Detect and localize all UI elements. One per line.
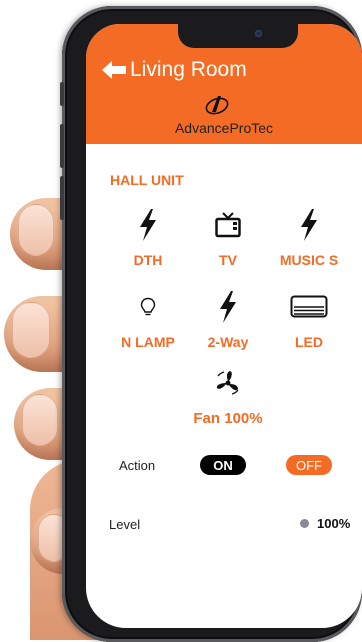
unit-title: HALL UNIT [110,172,184,188]
on-button[interactable]: ON [200,455,246,475]
lightning-bolt-icon [301,209,317,241]
device-fan[interactable]: Fan 100% [183,366,273,427]
lightning-bolt-icon [220,291,236,323]
bulb-icon [140,297,156,316]
tv-icon [215,212,241,238]
action-label: Action [119,458,156,473]
lightning-bolt-icon [140,209,156,241]
phone-side-button [60,82,64,106]
fan-icon [216,371,239,395]
level-label: Level [109,517,141,532]
phone-side-button [60,176,64,220]
camera-icon [255,30,262,37]
fingernail [18,204,54,256]
brand-logo-icon [205,96,229,115]
fingernail [12,302,50,358]
air-conditioner-icon [290,295,328,318]
phone-notch [178,24,298,48]
fingernail [22,394,58,446]
brand-name: AdvanceProTec [174,120,274,136]
device-music-s[interactable]: MUSIC S [264,208,354,268]
device-2-way[interactable]: 2-Way [183,290,273,350]
app-screen: Living Room AdvanceProTec HALL UNIT DTH … [86,24,362,628]
device-tv[interactable]: TV [183,208,273,268]
page-title: Living Room [130,58,247,81]
phone-side-button [60,124,64,168]
back-button[interactable]: Living Room [102,58,247,82]
level-indicator-icon [300,519,309,528]
device-n-lamp[interactable]: N LAMP [103,290,193,350]
off-button[interactable]: OFF [286,455,332,475]
left-arrow-icon [102,61,126,79]
level-percent: 100% [317,516,351,531]
level-value[interactable]: 100% [300,516,350,531]
device-led[interactable]: LED [264,290,354,350]
device-dth[interactable]: DTH [103,208,193,268]
